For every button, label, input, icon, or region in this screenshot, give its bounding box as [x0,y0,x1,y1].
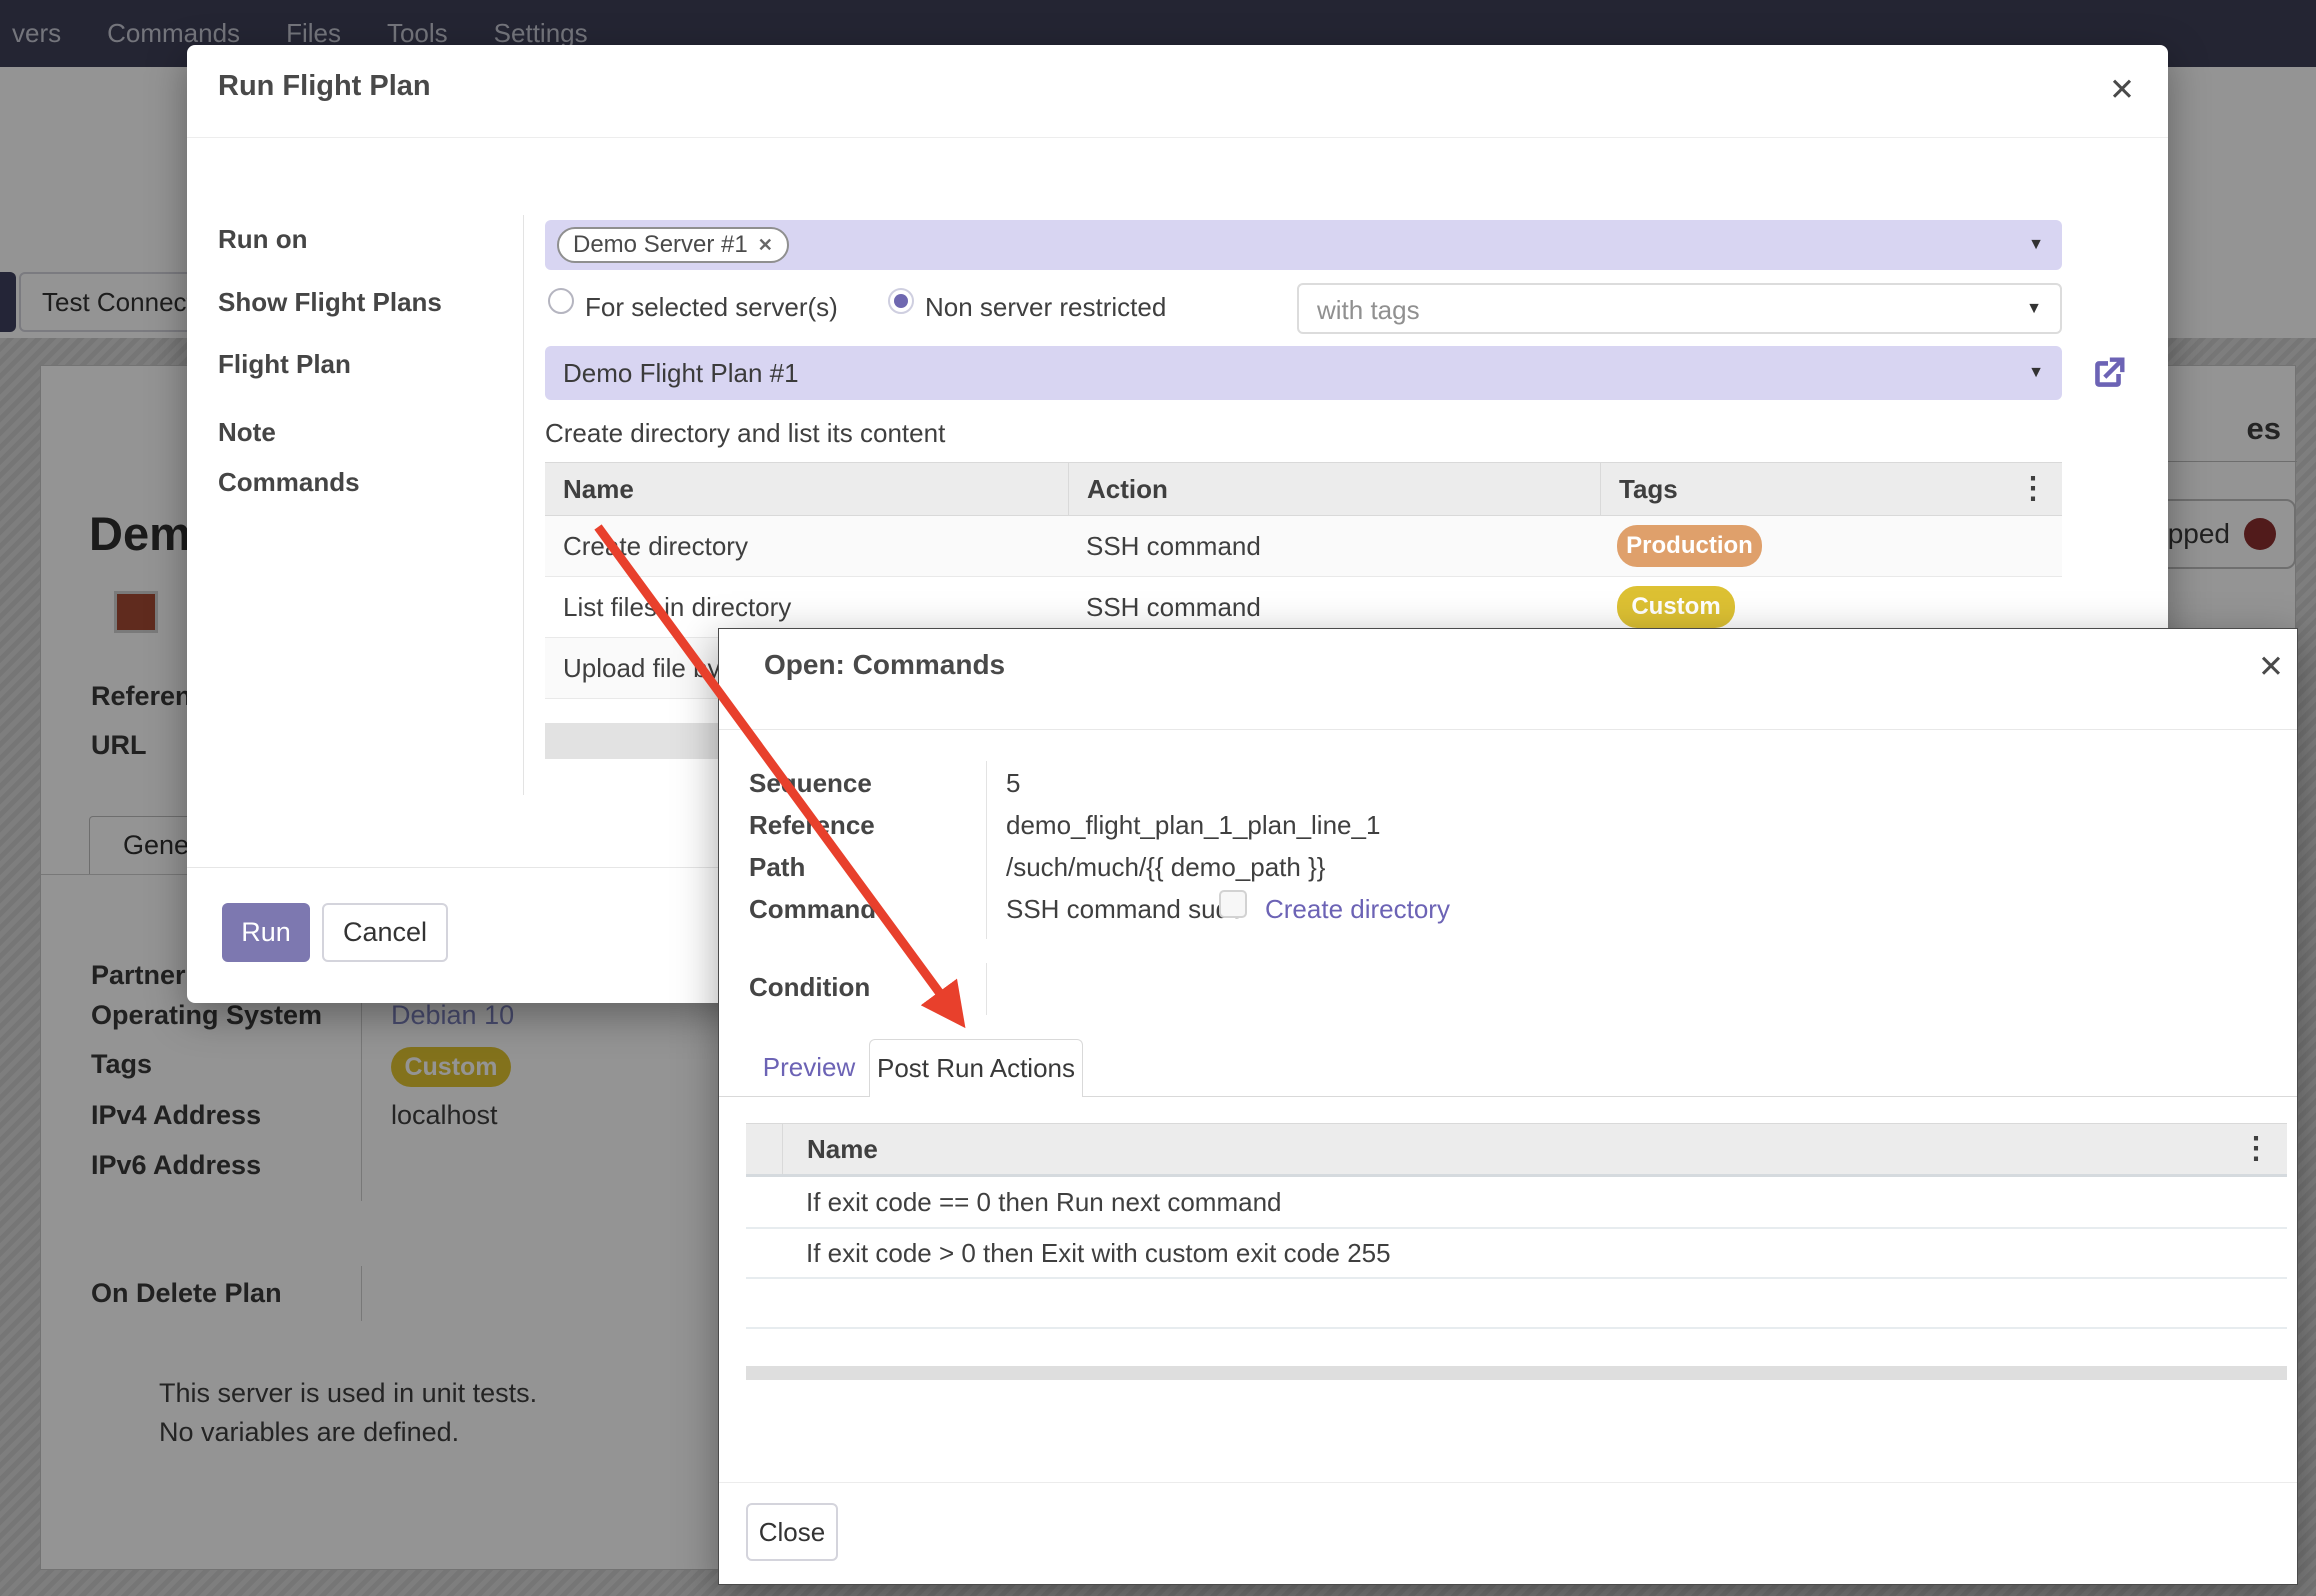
divider [986,761,987,939]
commands-table-header: Name Action Tags ⋮ [545,462,2062,516]
column-header-name[interactable]: Name [545,463,1069,515]
divider [719,729,2297,730]
create-directory-checkbox[interactable] [1219,890,1247,918]
show-flight-plans-label: Show Flight Plans [218,287,442,318]
radio-non-server-restricted[interactable] [888,288,914,314]
radio-for-selected-servers[interactable] [548,288,574,314]
table-footer-strip [746,1366,2287,1380]
open-commands-modal: Open: Commands ✕ Sequence Reference Path… [718,628,2298,1585]
column-header-action[interactable]: Action [1069,463,1601,515]
table-row-empty [746,1279,2287,1329]
path-value: /such/much/{{ demo_path }} [1006,852,1325,883]
command-label: Command [749,894,876,925]
run-on-label: Run on [218,224,308,255]
tab-preview[interactable]: Preview [739,1052,879,1083]
row-name: Create directory [545,531,1068,562]
radio-for-selected-servers-label: For selected server(s) [585,292,838,323]
selector-column[interactable] [746,1124,783,1174]
flight-plan-label: Flight Plan [218,349,351,380]
server-tag-pill[interactable]: Demo Server #1 ✕ [557,227,789,263]
path-label: Path [749,852,805,883]
server-tag-label: Demo Server #1 [573,231,748,259]
row-action: SSH command [1068,592,1599,623]
modal-title: Open: Commands [764,649,1005,681]
close-button[interactable]: Close [746,1503,838,1561]
tab-post-run-actions[interactable]: Post Run Actions [869,1039,1083,1097]
reference-value: demo_flight_plan_1_plan_line_1 [1006,810,1380,841]
cancel-button[interactable]: Cancel [322,903,448,962]
divider [523,215,524,795]
command-value: SSH command sudo [1006,894,1244,925]
column-header-tags[interactable]: Tags [1601,463,2062,515]
with-tags-placeholder: with tags [1317,295,1420,326]
column-header-name[interactable]: Name [783,1134,878,1165]
sequence-value: 5 [1006,768,1020,799]
table-row[interactable]: If exit code > 0 then Exit with custom e… [746,1229,2287,1279]
post-run-actions-table: Name ⋮ If exit code == 0 then Run next c… [746,1123,2287,1329]
reference-label: Reference [749,810,875,841]
flight-plan-value: Demo Flight Plan #1 [563,358,799,389]
close-icon[interactable]: ✕ [2102,70,2142,110]
tag-remove-icon[interactable]: ✕ [758,235,773,256]
chevron-down-icon: ▼ [2028,236,2044,254]
table-row[interactable]: If exit code == 0 then Run next command [746,1177,2287,1229]
divider [986,963,987,1015]
sequence-label: Sequence [749,768,872,799]
radio-dot [894,294,908,308]
chevron-down-icon: ▼ [2026,300,2042,318]
app-root: vers Commands Files Tools Settings Test … [0,0,2316,1596]
close-icon[interactable]: ✕ [2251,647,2291,687]
modal-title: Run Flight Plan [218,70,431,103]
divider [719,1482,2297,1483]
create-directory-link[interactable]: Create directory [1265,894,1450,925]
tag-badge-custom: Custom [1617,586,1735,628]
chevron-down-icon: ▼ [2028,364,2044,382]
with-tags-select[interactable]: with tags ▼ [1297,283,2062,334]
row-name: List files in directory [545,592,1068,623]
note-label: Note [218,417,276,448]
flight-plan-select[interactable]: Demo Flight Plan #1 ▼ [545,346,2062,400]
flight-plan-note: Create directory and list its content [545,418,945,449]
divider [187,137,2168,138]
tag-badge-production: Production [1617,525,1762,567]
condition-label: Condition [749,972,870,1003]
external-link-icon[interactable] [2085,352,2131,396]
table-options-kebab-icon[interactable]: ⋮ [2241,1134,2271,1164]
radio-non-server-restricted-label: Non server restricted [925,292,1166,323]
table-row[interactable]: Create directory SSH command Production [545,516,2062,577]
run-button[interactable]: Run [222,903,310,962]
post-run-table-header: Name ⋮ [746,1123,2287,1177]
row-action: SSH command [1068,531,1599,562]
run-on-field[interactable]: Demo Server #1 ✕ ▼ [545,220,2062,270]
commands-label: Commands [218,467,360,498]
table-options-kebab-icon[interactable]: ⋮ [2018,474,2048,504]
